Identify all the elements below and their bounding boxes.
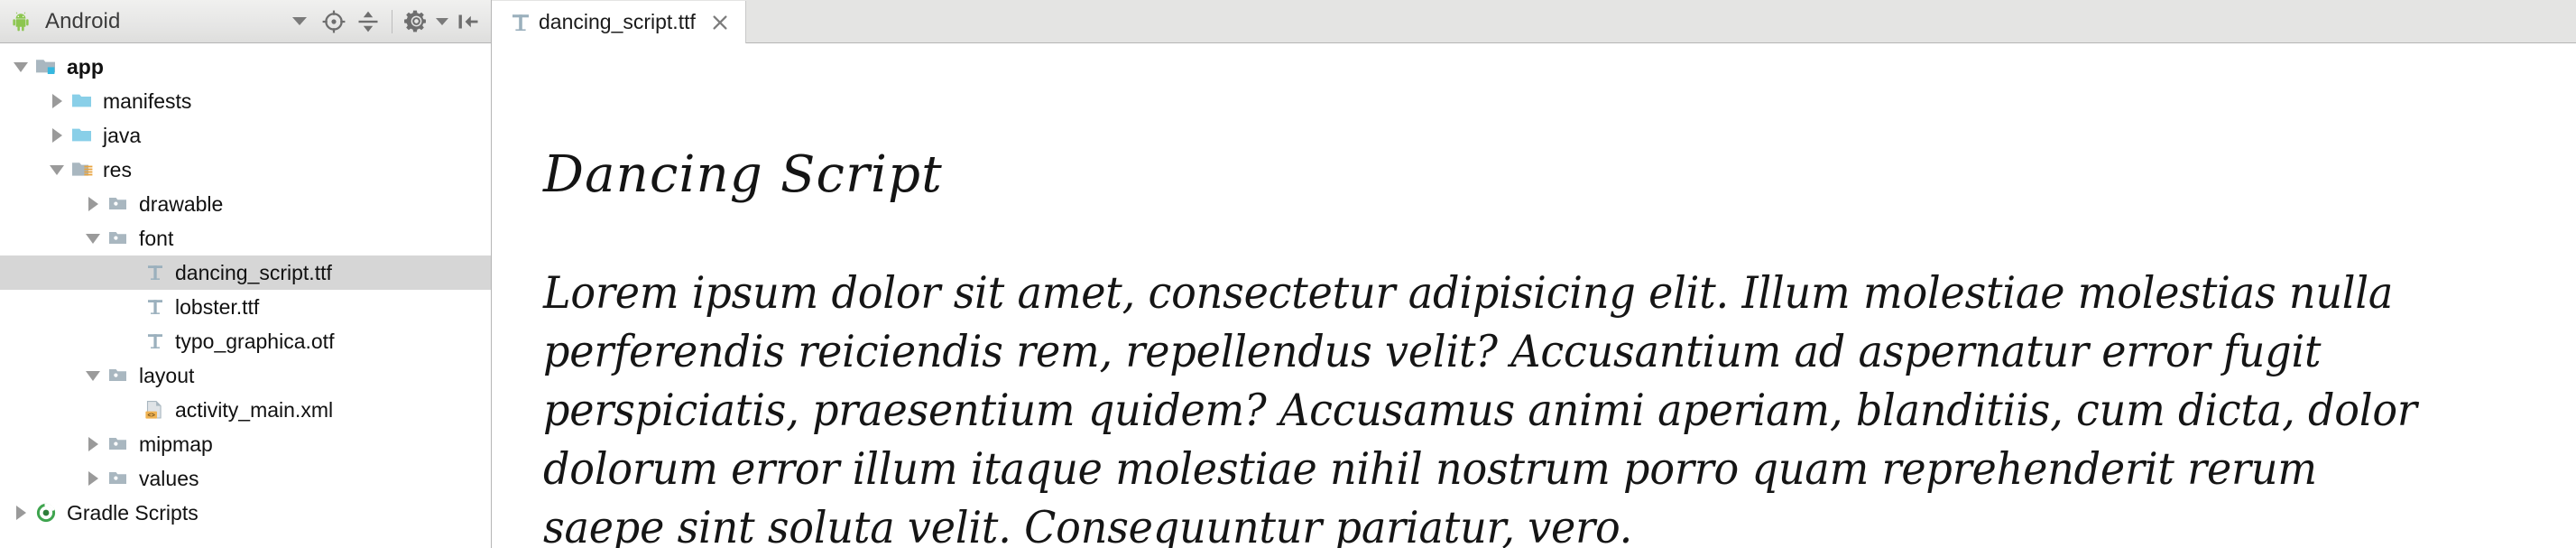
- module-folder-icon: [36, 60, 55, 74]
- project-view-dropdown-button[interactable]: [282, 5, 317, 39]
- tree-row-label: typo_graphica.otf: [175, 329, 335, 353]
- collapse-all-icon: [358, 11, 378, 32]
- tree-row[interactable]: app: [0, 50, 491, 84]
- tree-row-label: font: [139, 226, 174, 250]
- chevron-right-icon[interactable]: [79, 427, 106, 461]
- tree-row-label: values: [139, 466, 199, 490]
- tree-row-label: layout: [139, 363, 195, 387]
- project-toolbar: Android: [0, 0, 492, 43]
- collapse-all-button[interactable]: [351, 5, 385, 39]
- font-preview-content: Dancing Script Lorem ipsum dolor sit ame…: [492, 43, 2576, 548]
- twisty-placeholder: [115, 290, 143, 324]
- tree-row[interactable]: layout: [0, 358, 491, 393]
- editor-tabs-strip: dancing_script.ttf: [492, 0, 2576, 43]
- tree-row-label: java: [103, 123, 142, 147]
- project-name-label: Android: [45, 8, 121, 33]
- twisty-placeholder: [115, 324, 143, 358]
- android-studio-window: Android dancing_script.ttf app manifests…: [0, 0, 2576, 548]
- tree-row[interactable]: typo_graphica.otf: [0, 324, 491, 358]
- font-file-icon: [512, 14, 529, 31]
- top-bar: Android dancing_script.ttf: [0, 0, 2576, 43]
- chevron-down-icon[interactable]: [79, 221, 106, 255]
- select-opened-file-button[interactable]: [317, 5, 351, 39]
- tree-row[interactable]: mipmap: [0, 427, 491, 461]
- close-icon[interactable]: [710, 13, 730, 33]
- settings-dropdown-button[interactable]: [433, 5, 451, 39]
- xml-file-icon: <>: [145, 401, 162, 419]
- tree-row-label: activity_main.xml: [175, 397, 334, 422]
- tree-row[interactable]: Gradle Scripts: [0, 496, 491, 530]
- chevron-right-icon[interactable]: [43, 118, 70, 153]
- editor-tab-label: dancing_script.ttf: [539, 10, 696, 33]
- svg-text:<>: <>: [147, 411, 154, 419]
- tree-row[interactable]: res: [0, 153, 491, 187]
- font-file-icon: [148, 300, 162, 314]
- gray-folder-icon: [109, 232, 126, 244]
- tree-row-label: app: [67, 54, 104, 79]
- chevron-down-icon: [292, 17, 307, 25]
- gradle-icon: [36, 503, 56, 523]
- gray-folder-icon: [109, 438, 126, 450]
- tree-row[interactable]: java: [0, 118, 491, 153]
- tree-row-label: res: [103, 157, 132, 181]
- font-file-icon: [148, 334, 162, 348]
- project-tree-panel[interactable]: app manifests java res drawable font dancing_s…: [0, 43, 492, 548]
- font-file-icon: [148, 265, 162, 280]
- tree-row-label: Gradle Scripts: [67, 500, 199, 525]
- chevron-down-icon[interactable]: [79, 358, 106, 393]
- chevron-down-icon: [436, 17, 448, 25]
- chevron-down-icon[interactable]: [43, 153, 70, 187]
- font-preview-panel: Dancing Script Lorem ipsum dolor sit ame…: [492, 43, 2576, 548]
- tree-row[interactable]: font: [0, 221, 491, 255]
- tree-row-label: drawable: [139, 191, 224, 216]
- tree-row[interactable]: values: [0, 461, 491, 496]
- chevron-right-icon[interactable]: [79, 187, 106, 221]
- chevron-right-icon[interactable]: [7, 496, 34, 530]
- chevron-down-icon[interactable]: [7, 50, 34, 84]
- twisty-placeholder: [115, 255, 143, 290]
- body-split: app manifests java res drawable font dancing_s…: [0, 43, 2576, 548]
- font-preview-title: Dancing Script: [543, 145, 943, 204]
- tree-row-label: manifests: [103, 88, 192, 113]
- tree-row[interactable]: <> activity_main.xml: [0, 393, 491, 427]
- gear-icon: [403, 10, 426, 33]
- blue-folder-icon: [72, 94, 91, 107]
- tree-row[interactable]: dancing_script.ttf: [0, 255, 491, 290]
- crosshair-target-icon: [322, 10, 346, 33]
- gray-folder-icon: [109, 472, 126, 484]
- project-tree: app manifests java res drawable font dancing_s…: [0, 50, 491, 530]
- android-robot-icon: [13, 11, 29, 31]
- tree-row-label: lobster.ttf: [175, 294, 260, 319]
- font-preview-sample-text: Lorem ipsum dolor sit amet, consectetur …: [543, 267, 2417, 548]
- twisty-placeholder: [115, 393, 143, 427]
- tree-row-label: dancing_script.ttf: [175, 260, 332, 284]
- res-folder-icon: [72, 163, 93, 176]
- gray-folder-icon: [109, 369, 126, 381]
- blue-folder-icon: [72, 128, 91, 142]
- chevron-right-icon[interactable]: [79, 461, 106, 496]
- tree-row[interactable]: lobster.ttf: [0, 290, 491, 324]
- settings-button[interactable]: [399, 5, 433, 39]
- tree-row[interactable]: manifests: [0, 84, 491, 118]
- hide-panel-left-icon: [458, 14, 478, 28]
- hide-panel-button[interactable]: [451, 5, 485, 39]
- editor-tab-dancing-script[interactable]: dancing_script.ttf: [492, 1, 746, 43]
- chevron-right-icon[interactable]: [43, 84, 70, 118]
- tree-row-label: mipmap: [139, 432, 213, 456]
- gray-folder-icon: [109, 198, 126, 209]
- tree-row[interactable]: drawable: [0, 187, 491, 221]
